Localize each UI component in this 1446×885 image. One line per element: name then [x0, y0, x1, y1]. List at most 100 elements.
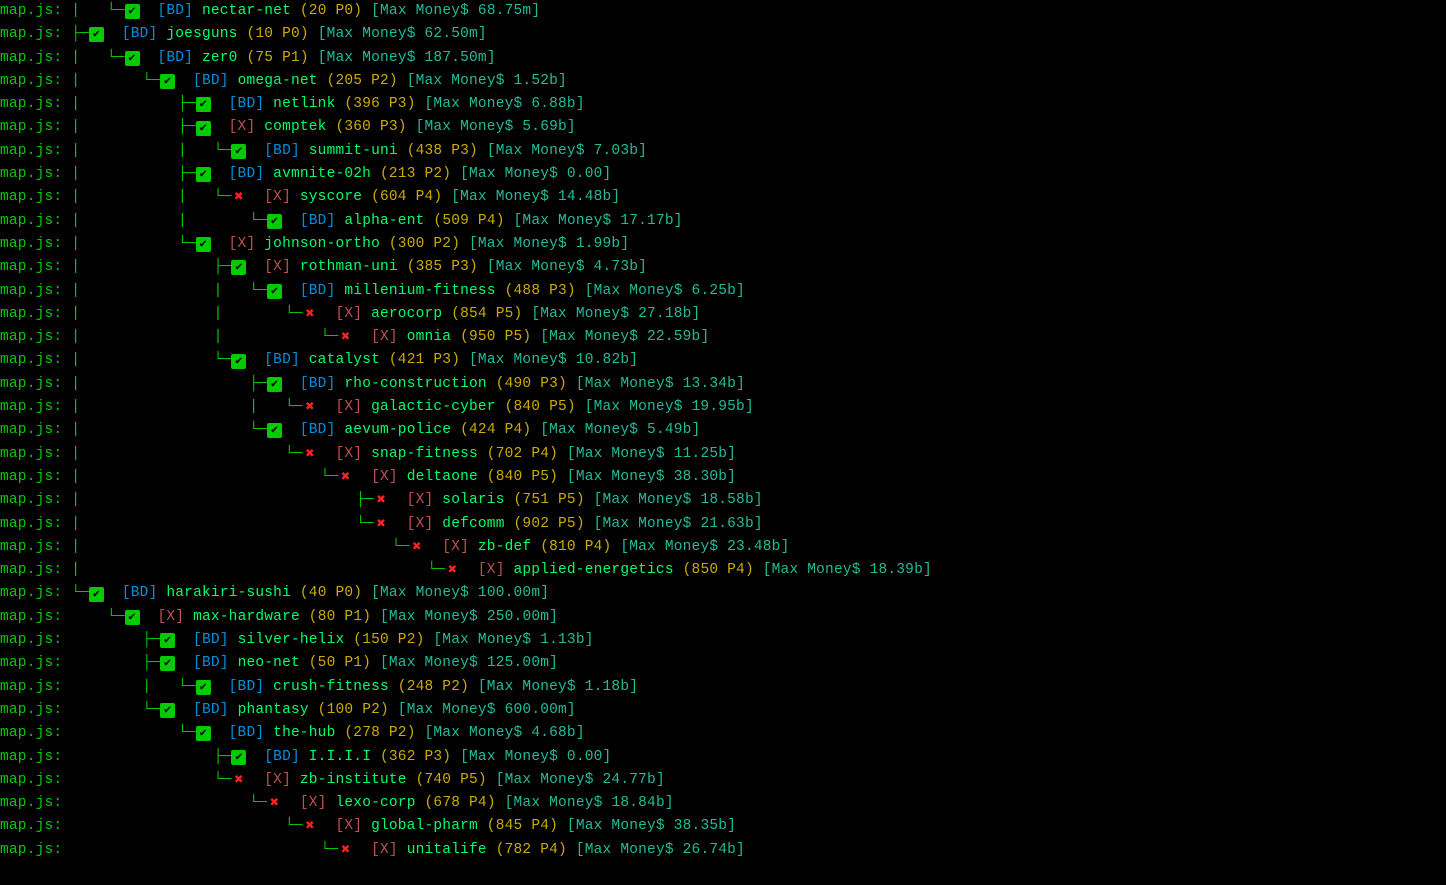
- check-icon: ✔: [196, 121, 211, 136]
- server-level-ports: (150 P2): [344, 629, 433, 652]
- server-row: map.js: | └─✖ [X] snap-fitness (702 P4) …: [0, 443, 1446, 466]
- backdoor-tag: [BD]: [255, 349, 308, 372]
- backdoor-tag: [BD]: [291, 210, 344, 233]
- max-money: [Max Money$ 187.50m]: [318, 47, 496, 70]
- server-row: map.js: | | └─✔ [BD] alpha-ent (509 P4) …: [0, 210, 1446, 233]
- server-level-ports: (362 P3): [371, 746, 460, 769]
- check-icon: ✔: [267, 284, 282, 299]
- x-icon: ✖: [409, 536, 424, 559]
- script-prefix: map.js:: [0, 676, 71, 699]
- locked-tag: [X]: [362, 326, 407, 349]
- max-money: [Max Money$ 4.73b]: [487, 256, 647, 279]
- server-level-ports: (840 P5): [496, 396, 585, 419]
- backdoor-tag: [BD]: [255, 746, 308, 769]
- script-prefix: map.js:: [0, 722, 71, 745]
- tree-connector: | ├─: [71, 373, 267, 396]
- max-money: [Max Money$ 38.35b]: [567, 815, 736, 838]
- server-name: joesguns: [166, 23, 237, 46]
- backdoor-tag: [BD]: [184, 652, 237, 675]
- script-prefix: map.js:: [0, 582, 71, 605]
- backdoor-tag: [BD]: [220, 163, 273, 186]
- check-icon: ✔: [231, 750, 246, 765]
- locked-tag: [X]: [433, 536, 478, 559]
- server-name: rho-construction: [344, 373, 486, 396]
- script-prefix: map.js:: [0, 70, 71, 93]
- x-icon: ✖: [231, 186, 246, 209]
- server-name: zer0: [202, 47, 238, 70]
- script-prefix: map.js:: [0, 815, 71, 838]
- server-name: omnia: [407, 326, 452, 349]
- script-prefix: map.js:: [0, 606, 71, 629]
- server-name: summit-uni: [309, 140, 398, 163]
- check-icon: ✔: [89, 587, 104, 602]
- x-icon: ✖: [445, 559, 460, 582]
- server-row: map.js: | └─✖ [X] defcomm (902 P5) [Max …: [0, 513, 1446, 536]
- script-prefix: map.js:: [0, 792, 71, 815]
- script-prefix: map.js:: [0, 443, 71, 466]
- max-money: [Max Money$ 10.82b]: [469, 349, 638, 372]
- server-row: map.js: | └─✔ [BD] aevum-police (424 P4)…: [0, 419, 1446, 442]
- server-level-ports: (396 P3): [335, 93, 424, 116]
- tree-connector: └─: [71, 839, 338, 862]
- server-name: millenium-fitness: [344, 280, 495, 303]
- server-name: galactic-cyber: [371, 396, 496, 419]
- script-prefix: map.js:: [0, 396, 71, 419]
- server-level-ports: (10 P0): [238, 23, 318, 46]
- locked-tag: [X]: [220, 233, 265, 256]
- server-name: johnson-ortho: [264, 233, 380, 256]
- x-icon: ✖: [338, 466, 353, 489]
- server-row: map.js: | └─✔ [BD] omega-net (205 P2) [M…: [0, 70, 1446, 93]
- tree-connector: | | └─: [71, 303, 302, 326]
- locked-tag: [X]: [327, 396, 372, 419]
- server-level-ports: (360 P3): [327, 116, 416, 139]
- server-row: map.js: └─✔ [BD] harakiri-sushi (40 P0) …: [0, 582, 1446, 605]
- tree-connector: └─: [71, 606, 124, 629]
- max-money: [Max Money$ 18.84b]: [505, 792, 674, 815]
- tree-connector: | ├─: [71, 256, 231, 279]
- tree-connector: | └─: [71, 233, 196, 256]
- backdoor-tag: [BD]: [184, 699, 237, 722]
- script-prefix: map.js:: [0, 140, 71, 163]
- script-prefix: map.js:: [0, 186, 71, 209]
- server-name: deltaone: [407, 466, 478, 489]
- tree-connector: └─: [71, 582, 89, 605]
- server-level-ports: (50 P1): [300, 652, 380, 675]
- max-money: [Max Money$ 13.34b]: [576, 373, 745, 396]
- script-prefix: map.js:: [0, 303, 71, 326]
- backdoor-tag: [BD]: [149, 0, 202, 23]
- server-row: map.js: | ├─✔ [BD] avmnite-02h (213 P2) …: [0, 163, 1446, 186]
- tree-connector: ├─: [71, 23, 89, 46]
- server-row: map.js: | ├─✔ [BD] rho-construction (490…: [0, 373, 1446, 396]
- server-name: aerocorp: [371, 303, 442, 326]
- locked-tag: [X]: [327, 443, 372, 466]
- max-money: [Max Money$ 19.95b]: [585, 396, 754, 419]
- server-name: phantasy: [238, 699, 309, 722]
- tree-connector: └─: [71, 792, 267, 815]
- max-money: [Max Money$ 6.25b]: [585, 280, 745, 303]
- backdoor-tag: [BD]: [149, 47, 202, 70]
- server-name: harakiri-sushi: [166, 582, 291, 605]
- check-icon: ✔: [196, 726, 211, 741]
- locked-tag: [X]: [398, 489, 443, 512]
- script-prefix: map.js:: [0, 23, 71, 46]
- locked-tag: [X]: [327, 303, 372, 326]
- script-prefix: map.js:: [0, 326, 71, 349]
- script-prefix: map.js:: [0, 699, 71, 722]
- max-money: [Max Money$ 27.18b]: [531, 303, 700, 326]
- check-icon: ✔: [231, 144, 246, 159]
- tree-connector: | | └─: [71, 186, 231, 209]
- server-level-ports: (205 P2): [318, 70, 407, 93]
- server-row: map.js: └─✖ [X] global-pharm (845 P4) [M…: [0, 815, 1446, 838]
- server-row: map.js: | └─✔ [X] johnson-ortho (300 P2)…: [0, 233, 1446, 256]
- server-level-ports: (854 P5): [442, 303, 531, 326]
- server-level-ports: (488 P3): [496, 280, 585, 303]
- server-row: map.js: └─✔ [X] max-hardware (80 P1) [Ma…: [0, 606, 1446, 629]
- max-money: [Max Money$ 22.59b]: [540, 326, 709, 349]
- server-name: rothman-uni: [300, 256, 398, 279]
- script-prefix: map.js:: [0, 0, 71, 23]
- script-prefix: map.js:: [0, 256, 71, 279]
- check-icon: ✔: [160, 74, 175, 89]
- script-prefix: map.js:: [0, 746, 71, 769]
- server-name: crush-fitness: [273, 676, 389, 699]
- server-level-ports: (490 P3): [487, 373, 576, 396]
